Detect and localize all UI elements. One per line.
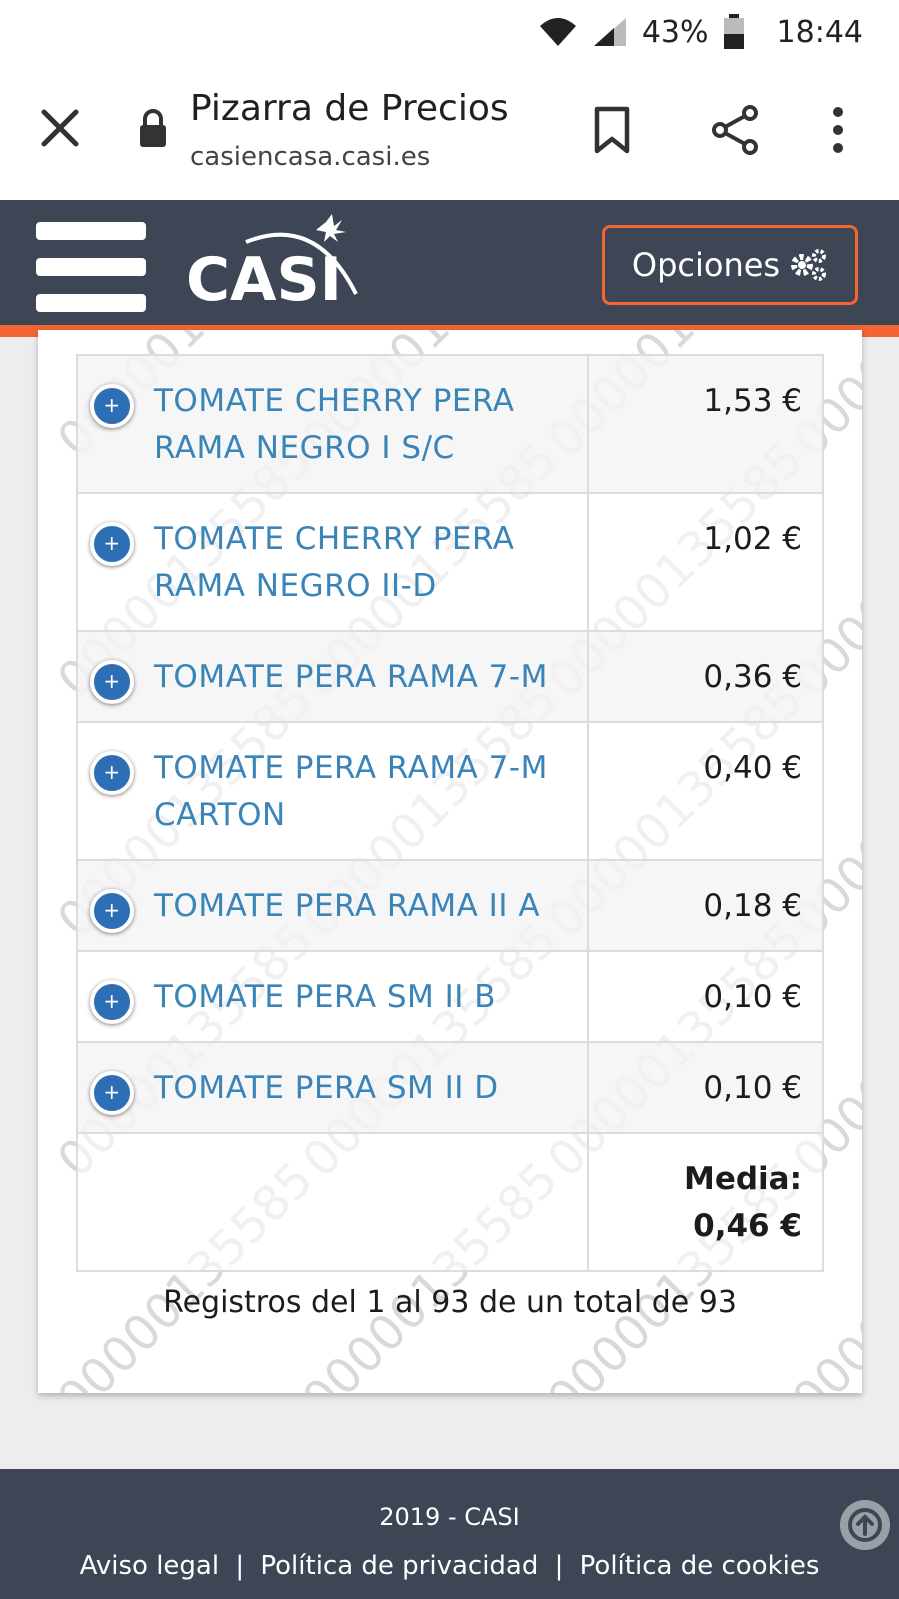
product-name[interactable]: TOMATE CHERRY PERA RAMA NEGRO II-D xyxy=(154,521,514,604)
product-name[interactable]: TOMATE CHERRY PERA RAMA NEGRO I S/C xyxy=(154,383,514,466)
options-label: Opciones xyxy=(631,246,781,284)
product-cell: + TOMATE PERA RAMA 7-M xyxy=(75,630,590,723)
product-name[interactable]: TOMATE PERA RAMA 7-M CARTON xyxy=(154,750,548,833)
table-row: + TOMATE CHERRY PERA RAMA NEGRO II-D 1,02 … xyxy=(75,492,824,632)
expand-row-icon[interactable]: + xyxy=(90,751,134,795)
product-price: 0,10 € xyxy=(587,1041,824,1134)
expand-row-icon[interactable]: + xyxy=(90,384,134,428)
empty-cell xyxy=(75,1132,590,1272)
product-cell: + TOMATE PERA SM II B xyxy=(75,950,590,1043)
product-price: 1,02 € xyxy=(587,492,824,632)
table-row-summary: Media: 0,46 € xyxy=(75,1132,824,1272)
expand-row-icon[interactable]: + xyxy=(90,522,134,566)
share-icon[interactable] xyxy=(710,104,760,156)
records-summary: Registros del 1 al 93 de un total de 93 xyxy=(163,1285,737,1320)
expand-row-icon[interactable]: + xyxy=(90,889,134,933)
product-name[interactable]: TOMATE PERA SM II B xyxy=(154,979,496,1015)
product-price: 0,18 € xyxy=(587,859,824,952)
product-cell: + TOMATE CHERRY PERA RAMA NEGRO I S/C xyxy=(75,354,590,494)
svg-text:CASI: CASI xyxy=(186,245,342,314)
casi-logo[interactable]: CASI xyxy=(186,214,366,314)
link-politica-privacidad[interactable]: Política de privacidad xyxy=(260,1551,538,1581)
more-vert-icon[interactable] xyxy=(830,106,846,154)
bookmark-icon[interactable] xyxy=(592,106,632,154)
status-bar: 43% 18:44 xyxy=(0,0,899,62)
footer-copyright: 2019 - CASI xyxy=(379,1503,520,1531)
expand-row-icon[interactable]: + xyxy=(90,660,134,704)
hamburger-menu-icon[interactable] xyxy=(36,222,146,312)
lock-icon xyxy=(140,109,166,147)
browser-toolbar: Pizarra de Precios casiencasa.casi.es xyxy=(0,62,899,200)
product-cell: + TOMATE CHERRY PERA RAMA NEGRO II-D xyxy=(75,492,590,632)
site-header: CASI Opciones xyxy=(0,200,899,337)
product-price: 0,10 € xyxy=(587,950,824,1043)
product-name[interactable]: TOMATE PERA RAMA 7-M xyxy=(154,659,548,695)
link-politica-cookies[interactable]: Política de cookies xyxy=(580,1551,820,1581)
site-footer: 2019 - CASI Aviso legal | Política de pr… xyxy=(0,1469,899,1599)
product-name[interactable]: TOMATE PERA RAMA II A xyxy=(154,888,540,924)
close-icon[interactable] xyxy=(38,106,82,150)
average-price: Media: 0,46 € xyxy=(587,1132,824,1272)
scroll-to-top-icon[interactable] xyxy=(840,1500,890,1550)
product-price: 0,36 € xyxy=(587,630,824,723)
table-row: + TOMATE PERA SM II D 0,10 € xyxy=(75,1041,824,1134)
product-price: 0,40 € xyxy=(587,721,824,861)
prices-table: + TOMATE CHERRY PERA RAMA NEGRO I S/C 1,53… xyxy=(75,354,824,1272)
link-separator: | xyxy=(554,1551,564,1581)
footer-links: Aviso legal | Política de privacidad | P… xyxy=(0,1551,899,1581)
expand-row-icon[interactable]: + xyxy=(90,980,134,1024)
wifi-icon xyxy=(539,18,576,46)
page-url[interactable]: casiencasa.casi.es xyxy=(190,142,430,172)
product-cell: + TOMATE PERA RAMA 7-M CARTON xyxy=(75,721,590,861)
battery-icon xyxy=(723,14,744,49)
table-row: + TOMATE PERA RAMA 7-M CARTON 0,40 € xyxy=(75,721,824,861)
battery-percent: 43% xyxy=(641,14,709,50)
product-cell: + TOMATE PERA RAMA II A xyxy=(75,859,590,952)
table-row: + TOMATE PERA RAMA 7-M 0,36 € xyxy=(75,630,824,723)
table-row: + TOMATE PERA SM II B 0,10 € xyxy=(75,950,824,1043)
product-price: 1,53 € xyxy=(587,354,824,494)
product-name[interactable]: TOMATE PERA SM II D xyxy=(154,1070,499,1106)
link-aviso-legal[interactable]: Aviso legal xyxy=(80,1551,219,1581)
expand-row-icon[interactable]: + xyxy=(90,1071,134,1115)
options-button[interactable]: Opciones xyxy=(602,225,858,305)
table-row: + TOMATE PERA RAMA II A 0,18 € xyxy=(75,859,824,952)
page-title: Pizarra de Precios xyxy=(190,88,509,129)
gears-icon xyxy=(791,249,827,281)
signal-icon xyxy=(593,18,626,46)
clock: 18:44 xyxy=(776,14,863,50)
table-row: + TOMATE CHERRY PERA RAMA NEGRO I S/C 1,53… xyxy=(75,354,824,494)
prices-card: 00000135585 00000135585 00000135585 0000013… xyxy=(38,330,862,1393)
link-separator: | xyxy=(235,1551,245,1581)
product-cell: + TOMATE PERA SM II D xyxy=(75,1041,590,1134)
